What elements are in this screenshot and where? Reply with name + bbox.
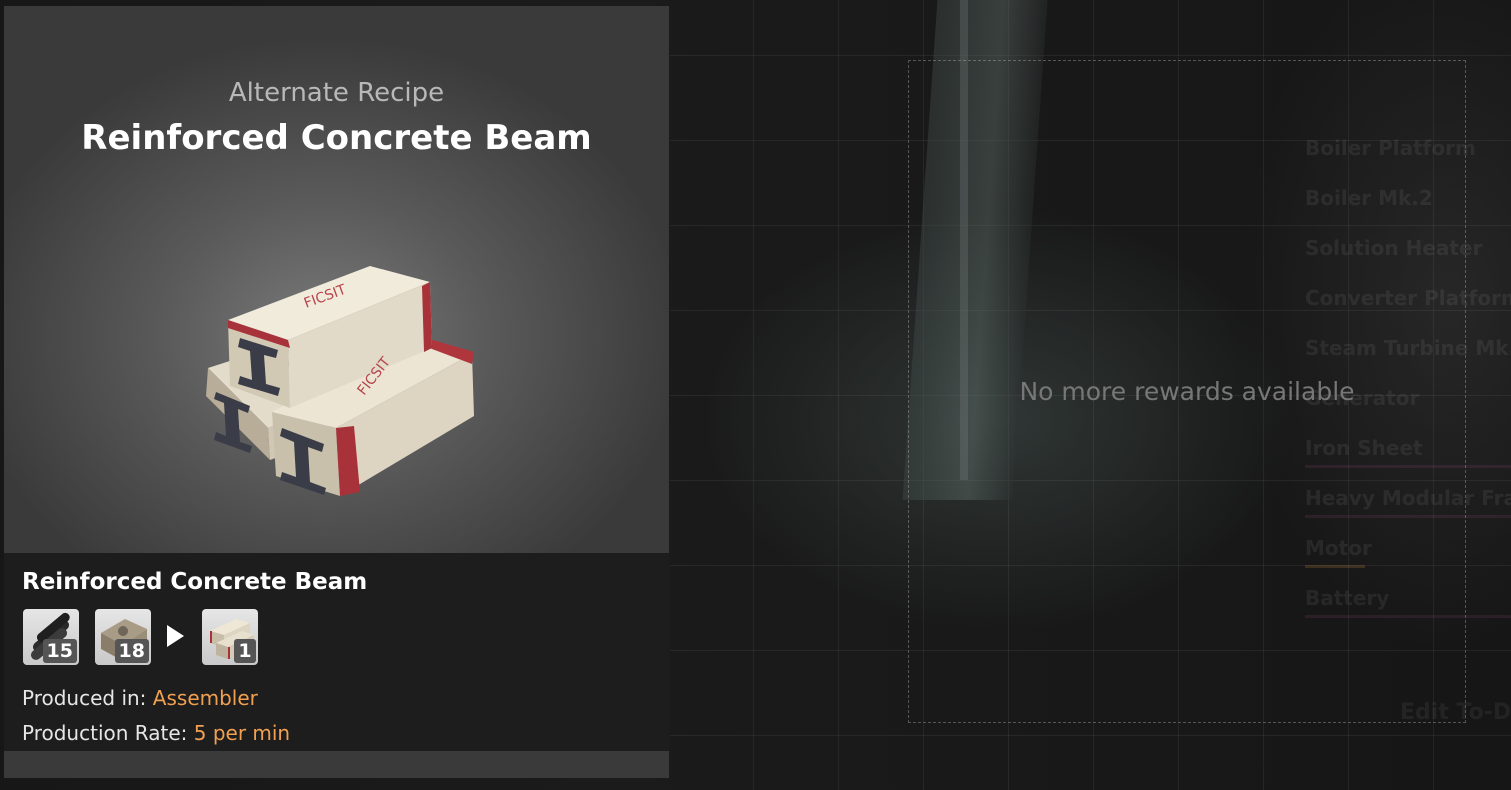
ingredient-slot[interactable]: 15 xyxy=(23,609,79,665)
production-rate-label: Production Rate: xyxy=(22,721,188,745)
recipe-card: Alternate Recipe Reinforced Concrete Bea… xyxy=(4,6,669,778)
steel-beam-preview-image: FICSIT FICSIT xyxy=(206,266,474,496)
ingredient-slot[interactable]: 18 xyxy=(95,609,151,665)
production-rate-line: Production Rate: 5 per min xyxy=(22,721,290,745)
item-count: 18 xyxy=(114,639,149,663)
item-count: 15 xyxy=(42,639,77,663)
no-rewards-message: No more rewards available xyxy=(1019,377,1355,406)
recipe-preview: Alternate Recipe Reinforced Concrete Bea… xyxy=(4,6,669,553)
card-footer-bar xyxy=(4,751,669,778)
production-rate-value: 5 per min xyxy=(193,721,291,745)
recipe-name: Reinforced Concrete Beam xyxy=(22,569,368,595)
arrow-right-icon xyxy=(167,625,184,647)
rewards-area: No more rewards available xyxy=(908,60,1466,723)
recipe-type-label: Alternate Recipe xyxy=(228,78,445,108)
item-count: 1 xyxy=(234,639,256,663)
product-slot[interactable]: 1 xyxy=(202,609,258,665)
recipe-info-panel: Reinforced Concrete Beam 15 18 1 Produce… xyxy=(4,553,669,751)
produced-in-value: Assembler xyxy=(152,686,258,710)
recipe-title: Reinforced Concrete Beam xyxy=(81,118,592,158)
produced-in-line: Produced in: Assembler xyxy=(22,686,258,710)
produced-in-label: Produced in: xyxy=(22,686,147,710)
